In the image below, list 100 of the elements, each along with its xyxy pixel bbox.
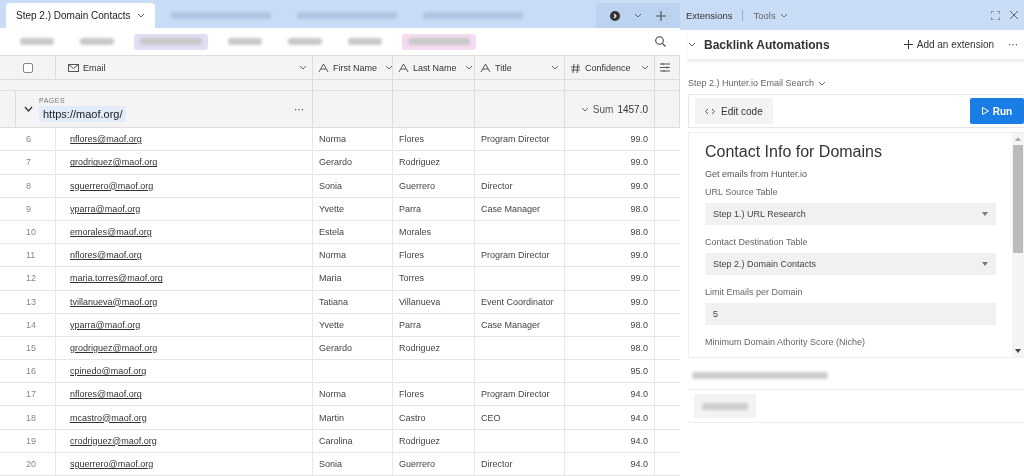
- email-cell: yparra@maof.org: [56, 197, 313, 220]
- chevron-down-icon[interactable]: [634, 13, 642, 19]
- table-cell: Gerardo: [313, 151, 393, 174]
- sum-value: 1457.0: [617, 103, 648, 115]
- chevron-down-icon: [299, 65, 307, 71]
- email-cell: emorales@maof.org: [56, 220, 313, 244]
- confidence-cell: 94.0: [565, 406, 655, 429]
- field-label: Contact Destination Table: [705, 237, 809, 247]
- column-header[interactable]: Title: [475, 56, 565, 80]
- collapse-chevron-icon[interactable]: [688, 42, 696, 47]
- email-cell: sguerrero@maof.org: [56, 174, 313, 197]
- chevron-down-icon: [464, 65, 473, 71]
- email-cell: sguerrero@maof.org: [56, 452, 313, 475]
- collapse-chevron-icon[interactable]: [24, 106, 33, 113]
- table-cell: Tatiana: [313, 290, 393, 313]
- email-cell: yparra@maof.org: [56, 313, 313, 336]
- table-cell: Case Manager: [475, 313, 565, 336]
- table-cell: Yvette: [313, 313, 393, 336]
- email-cell: maria.torres@maof.org: [56, 267, 313, 290]
- row-number: 8: [0, 174, 56, 197]
- table-cell: Director: [475, 452, 565, 475]
- column-header[interactable]: Last Name: [393, 56, 475, 80]
- blurred-toolbar-button[interactable]: [402, 33, 476, 50]
- add-extension-button[interactable]: Add an extension: [897, 38, 1000, 51]
- circle-arrow-icon[interactable]: [610, 10, 620, 21]
- chevron-down-icon: [818, 80, 827, 86]
- text-field-icon: [318, 62, 329, 73]
- row-number: 13: [0, 290, 56, 313]
- confidence-cell: 98.0: [565, 313, 655, 336]
- dropdown-arrow-icon: [982, 262, 988, 266]
- group-value: https://maof.org/: [39, 105, 127, 122]
- chevron-down-icon: [385, 65, 393, 71]
- table-cell: Norma: [313, 244, 393, 267]
- row-number: 10: [0, 220, 56, 244]
- confidence-cell: 99.0: [565, 128, 655, 151]
- code-icon: [705, 107, 715, 115]
- table-cell: Gerardo: [313, 336, 393, 360]
- form-subtitle: Get emails from Hunter.io: [705, 169, 809, 179]
- panel-tab[interactable]: Tools: [742, 9, 788, 21]
- input-field[interactable]: 5: [705, 303, 996, 325]
- column-header[interactable]: First Name: [313, 56, 393, 80]
- blurred-edit-button[interactable]: [694, 394, 756, 418]
- row-number: 20: [0, 452, 56, 475]
- tab[interactable]: Step 2.) Domain Contacts: [6, 3, 155, 29]
- confidence-cell: 99.0: [565, 151, 655, 174]
- column-settings-icon[interactable]: [660, 63, 670, 73]
- sum-label: Sum: [592, 103, 614, 115]
- email-cell: grodriguez@maof.org: [56, 151, 313, 174]
- confidence-cell: 99.0: [565, 244, 655, 267]
- more-options[interactable]: ···: [294, 103, 304, 115]
- table-cell: Morales: [393, 220, 475, 244]
- email-cell: mcastro@maof.org: [56, 406, 313, 429]
- table-cell: Norma: [313, 383, 393, 406]
- email-cell: nflores@maof.org: [56, 128, 313, 151]
- table-cell: Carolina: [313, 429, 393, 452]
- table-cell: Parra: [393, 197, 475, 220]
- search-icon[interactable]: [655, 36, 666, 48]
- confidence-cell: 94.0: [565, 383, 655, 406]
- add-tab-icon[interactable]: [656, 10, 666, 21]
- confidence-cell: 99.0: [565, 174, 655, 197]
- confidence-cell: 99.0: [565, 290, 655, 313]
- scrollbar[interactable]: [1012, 133, 1024, 357]
- row-number: 14: [0, 313, 56, 336]
- table-cell: Castro: [393, 406, 475, 429]
- table-cell: Flores: [393, 128, 475, 151]
- panel-tab[interactable]: Extensions: [686, 9, 733, 21]
- table-cell: CEO: [475, 406, 565, 429]
- chevron-down-icon: [779, 12, 788, 18]
- edit-code-button[interactable]: Edit code: [695, 98, 773, 124]
- table-cell: Torres: [393, 267, 475, 290]
- select-field[interactable]: Step 2.) Domain Contacts: [705, 253, 996, 275]
- chevron-down-icon: [136, 13, 145, 19]
- play-icon: [981, 107, 989, 115]
- column-header[interactable]: Confidence: [565, 56, 655, 80]
- confidence-cell: 98.0: [565, 197, 655, 220]
- table-cell: Flores: [393, 244, 475, 267]
- blurred-toolbar-button[interactable]: [134, 33, 208, 50]
- select-field[interactable]: Step 1.) URL Research: [705, 203, 996, 225]
- table-cell: Program Director: [475, 128, 565, 151]
- script-name[interactable]: Step 2.) Hunter.io Email Search: [688, 78, 1024, 88]
- row-number: 11: [0, 244, 56, 267]
- confidence-cell: 94.0: [565, 452, 655, 475]
- run-button[interactable]: Run: [970, 98, 1024, 124]
- row-number: 7: [0, 151, 56, 174]
- panel-title: Backlink Automations: [704, 37, 831, 52]
- confidence-cell: 98.0: [565, 220, 655, 244]
- table-cell: Program Director: [475, 383, 565, 406]
- expand-icon[interactable]: [991, 10, 1000, 20]
- more-options[interactable]: ···: [1008, 39, 1018, 50]
- form-heading: Contact Info for Domains: [705, 143, 883, 161]
- email-cell: nflores@maof.org: [56, 244, 313, 267]
- checkbox[interactable]: [22, 62, 33, 73]
- confidence-cell: 99.0: [565, 267, 655, 290]
- table-cell: Rodriguez: [393, 151, 475, 174]
- confidence-cell: 94.0: [565, 429, 655, 452]
- email-cell: nflores@maof.org: [56, 383, 313, 406]
- table-cell: Guerrero: [393, 174, 475, 197]
- close-icon[interactable]: [1010, 11, 1018, 19]
- column-header[interactable]: Email: [56, 56, 313, 80]
- text-field-icon: [398, 62, 409, 73]
